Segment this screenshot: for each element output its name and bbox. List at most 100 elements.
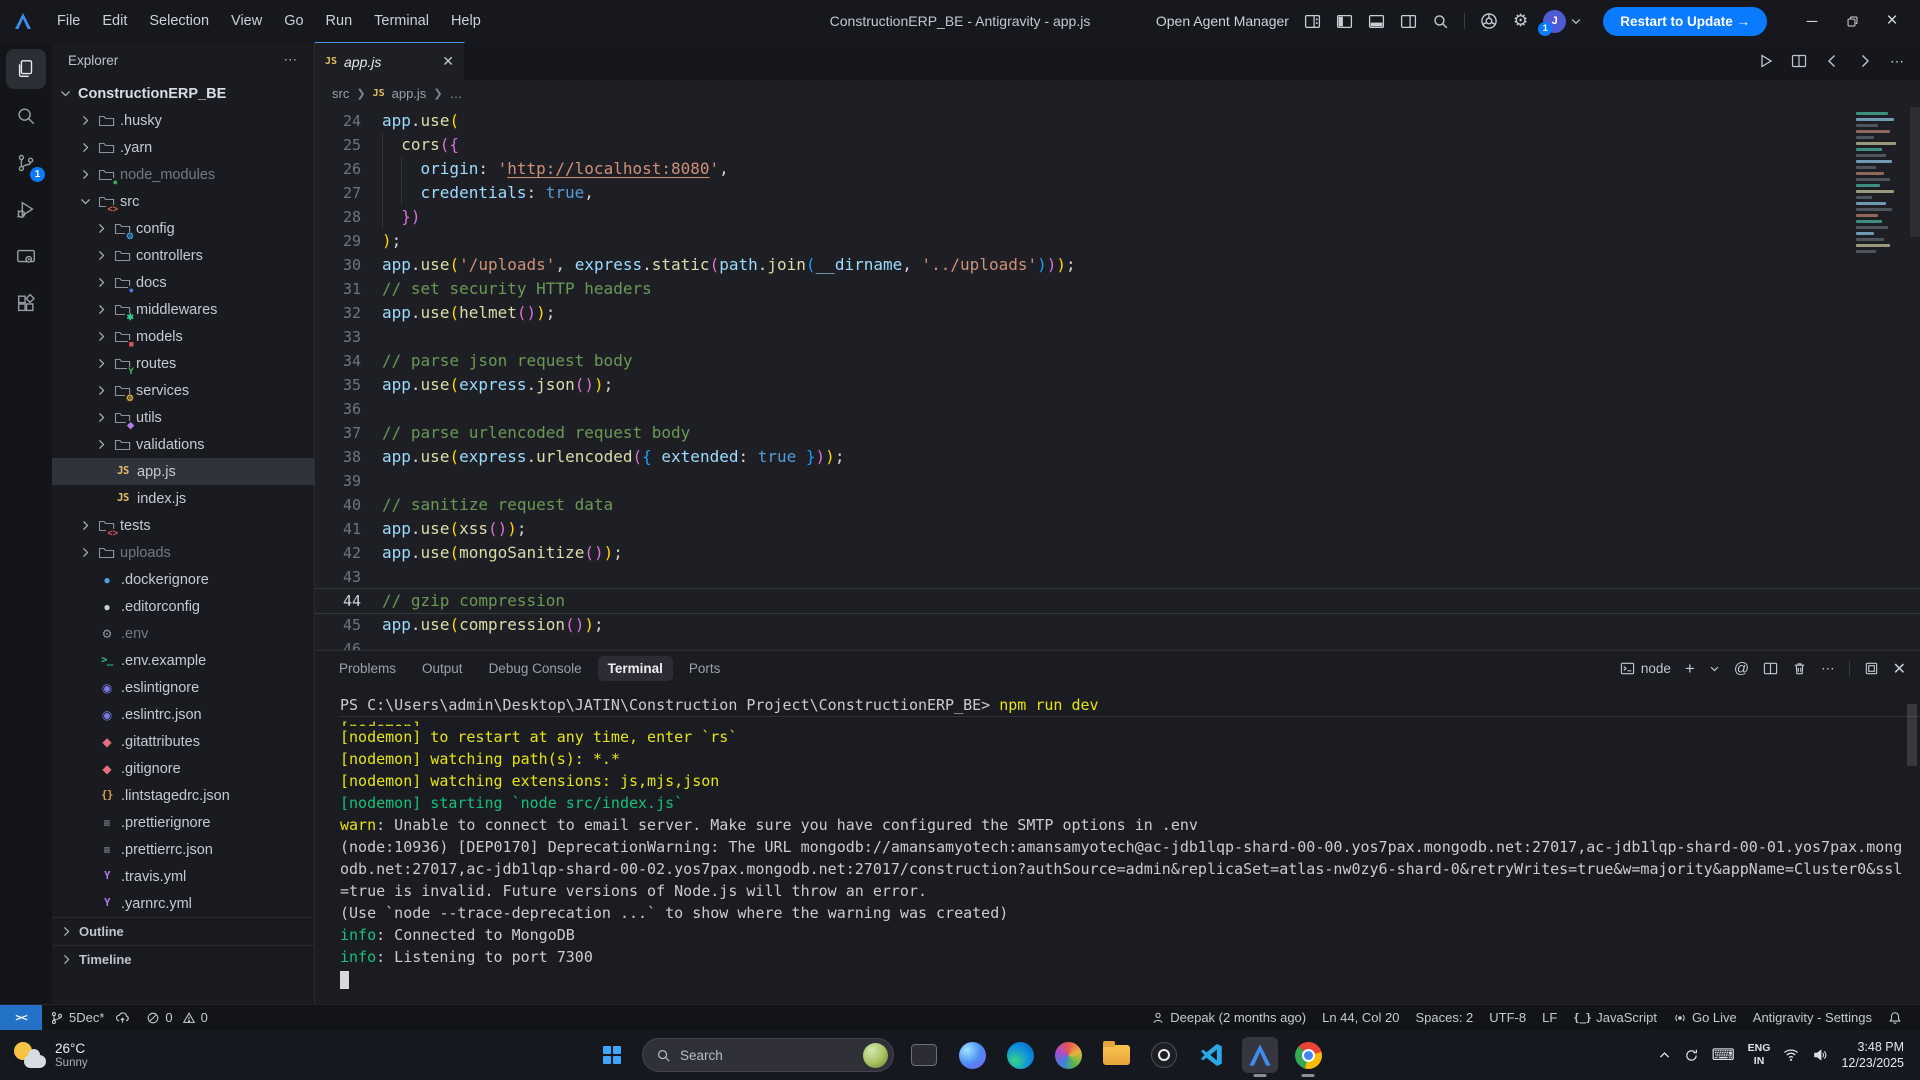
tree-item-node_modules[interactable]: ●node_modules xyxy=(52,161,314,188)
restart-to-update-button[interactable]: Restart to Update → xyxy=(1603,7,1767,36)
code-line-29[interactable]: 29); xyxy=(315,229,1920,253)
tree-item-.eslintrc.json[interactable]: ◉.eslintrc.json xyxy=(52,701,314,728)
source-control-icon[interactable]: 1 xyxy=(6,143,46,183)
extensions-icon[interactable] xyxy=(6,284,46,324)
code-line-44[interactable]: 44// gzip compression xyxy=(315,589,1920,613)
editor-more-actions-icon[interactable]: ⋯ xyxy=(1890,53,1904,70)
tree-item-.env.example[interactable]: >_.env.example xyxy=(52,647,314,674)
copilot-app-icon[interactable] xyxy=(954,1037,990,1073)
code-editor[interactable]: 24app.use(25 cors({26 origin: 'http://lo… xyxy=(315,107,1920,650)
code-line-40[interactable]: 40// sanitize request data xyxy=(315,493,1920,517)
weather-widget[interactable]: 26°C Sunny xyxy=(0,1040,88,1070)
code-line-27[interactable]: 27 credentials: true, xyxy=(315,181,1920,205)
search-highlight-image[interactable] xyxy=(863,1043,888,1068)
panel-tab-terminal[interactable]: Terminal xyxy=(598,656,673,681)
remote-indicator[interactable]: >< xyxy=(0,1005,42,1030)
panel-tab-output[interactable]: Output xyxy=(412,656,473,681)
code-line-24[interactable]: 24app.use( xyxy=(315,109,1920,133)
terminal-scrollbar[interactable] xyxy=(1907,704,1917,766)
code-line-35[interactable]: 35app.use(express.json()); xyxy=(315,373,1920,397)
code-line-41[interactable]: 41app.use(xss()); xyxy=(315,517,1920,541)
section-outline[interactable]: Outline xyxy=(52,917,314,945)
code-line-26[interactable]: 26 origin: 'http://localhost:8080', xyxy=(315,157,1920,181)
settings-sync-item[interactable]: Antigravity - Settings xyxy=(1745,1005,1880,1030)
language-mode-item[interactable]: {̲} JavaScript xyxy=(1565,1005,1665,1030)
vscode-app-icon[interactable] xyxy=(1194,1037,1230,1073)
panel-tab-problems[interactable]: Problems xyxy=(329,656,406,681)
breadcrumb-file[interactable]: app.js xyxy=(392,86,427,101)
tree-item-models[interactable]: ■models xyxy=(52,323,314,350)
tree-item-ConstructionERP_BE[interactable]: ConstructionERP_BE xyxy=(52,80,314,107)
wifi-icon[interactable] xyxy=(1783,1048,1799,1062)
start-button[interactable] xyxy=(594,1037,630,1073)
menu-terminal[interactable]: Terminal xyxy=(363,13,440,29)
toggle-secondary-sidebar-icon[interactable] xyxy=(1400,13,1417,30)
terminal[interactable]: PS C:\Users\admin\Desktop\JATIN\Construc… xyxy=(315,686,1920,1004)
navigate-back-icon[interactable] xyxy=(1824,53,1840,69)
navigate-forward-icon[interactable] xyxy=(1857,53,1873,69)
tree-item-routes[interactable]: Yroutes xyxy=(52,350,314,377)
recorder-app-icon[interactable] xyxy=(1146,1037,1182,1073)
tree-item-src[interactable]: <>src xyxy=(52,188,314,215)
panel-more-actions-icon[interactable]: ⋯ xyxy=(1821,661,1835,677)
breadcrumb[interactable]: src ❯ JS app.js ❯ … xyxy=(315,80,1920,107)
toggle-panel-icon[interactable] xyxy=(1368,13,1385,30)
minimize-button[interactable]: ─ xyxy=(1792,3,1832,39)
tree-item-.travis.yml[interactable]: Y.travis.yml xyxy=(52,863,314,890)
menu-view[interactable]: View xyxy=(220,13,273,29)
photos-app-icon[interactable] xyxy=(1050,1037,1086,1073)
tree-item-docs[interactable]: ●docs xyxy=(52,269,314,296)
terminal-dropdown-icon[interactable] xyxy=(1709,663,1720,674)
notifications-bell-icon[interactable] xyxy=(1880,1005,1910,1030)
breadcrumb-symbol[interactable]: … xyxy=(450,86,463,101)
explorer-icon[interactable] xyxy=(6,49,46,89)
task-view-button[interactable] xyxy=(906,1037,942,1073)
run-debug-icon[interactable] xyxy=(6,190,46,230)
open-agent-manager-button[interactable]: Open Agent Manager xyxy=(1156,13,1289,29)
account-avatar[interactable]: J 1 xyxy=(1543,10,1582,33)
tree-item-.prettierrc.json[interactable]: ≡.prettierrc.json xyxy=(52,836,314,863)
clock[interactable]: 3:48 PM 12/23/2025 xyxy=(1841,1039,1904,1072)
toggle-sidebar-icon[interactable] xyxy=(1336,13,1353,30)
menu-file[interactable]: File xyxy=(46,13,91,29)
code-line-30[interactable]: 30app.use('/uploads', express.static(pat… xyxy=(315,253,1920,277)
panel-tab-debug-console[interactable]: Debug Console xyxy=(479,656,592,681)
tree-item-.lintstagedrc.json[interactable]: {}.lintstagedrc.json xyxy=(52,782,314,809)
launch-profile-icon[interactable]: @ xyxy=(1734,660,1749,677)
code-line-25[interactable]: 25 cors({ xyxy=(315,133,1920,157)
tree-item-.gitattributes[interactable]: ◆.gitattributes xyxy=(52,728,314,755)
menu-edit[interactable]: Edit xyxy=(91,13,138,29)
menu-selection[interactable]: Selection xyxy=(138,13,220,29)
split-terminal-icon[interactable] xyxy=(1763,661,1778,676)
tree-item-index.js[interactable]: JSindex.js xyxy=(52,485,314,512)
encoding-item[interactable]: UTF-8 xyxy=(1481,1005,1534,1030)
tree-item-middlewares[interactable]: ✱middlewares xyxy=(52,296,314,323)
code-line-43[interactable]: 43 xyxy=(315,565,1920,589)
code-line-34[interactable]: 34// parse json request body xyxy=(315,349,1920,373)
menu-go[interactable]: Go xyxy=(273,13,314,29)
code-line-46[interactable]: 46 xyxy=(315,637,1920,650)
explorer-more-actions-icon[interactable]: ⋯ xyxy=(284,52,299,68)
close-button[interactable]: × xyxy=(1872,3,1912,39)
tree-item-.husky[interactable]: .husky xyxy=(52,107,314,134)
tree-item-config[interactable]: ⚙config xyxy=(52,215,314,242)
browser-icon[interactable] xyxy=(1480,12,1498,30)
blame-item[interactable]: Deepak (2 months ago) xyxy=(1143,1005,1314,1030)
cursor-position-item[interactable]: Ln 44, Col 20 xyxy=(1314,1005,1407,1030)
tab-close-icon[interactable]: ✕ xyxy=(442,53,454,70)
tray-update-icon[interactable] xyxy=(1684,1048,1699,1063)
tab-app-js[interactable]: JS app.js ✕ xyxy=(315,42,465,80)
code-line-37[interactable]: 37// parse urlencoded request body xyxy=(315,421,1920,445)
git-branch-item[interactable]: 5Dec* xyxy=(42,1005,138,1030)
code-line-38[interactable]: 38app.use(express.urlencoded({ extended:… xyxy=(315,445,1920,469)
code-line-36[interactable]: 36 xyxy=(315,397,1920,421)
problems-item[interactable]: 0 0 xyxy=(138,1005,215,1030)
go-live-item[interactable]: Go Live xyxy=(1665,1005,1745,1030)
tree-item-tests[interactable]: <>tests xyxy=(52,512,314,539)
antigravity-app-icon[interactable] xyxy=(1242,1037,1278,1073)
menu-help[interactable]: Help xyxy=(440,13,492,29)
minimap[interactable] xyxy=(1856,112,1904,256)
tree-item-services[interactable]: ⚙services xyxy=(52,377,314,404)
menu-run[interactable]: Run xyxy=(315,13,364,29)
tree-item-.editorconfig[interactable]: ●.editorconfig xyxy=(52,593,314,620)
